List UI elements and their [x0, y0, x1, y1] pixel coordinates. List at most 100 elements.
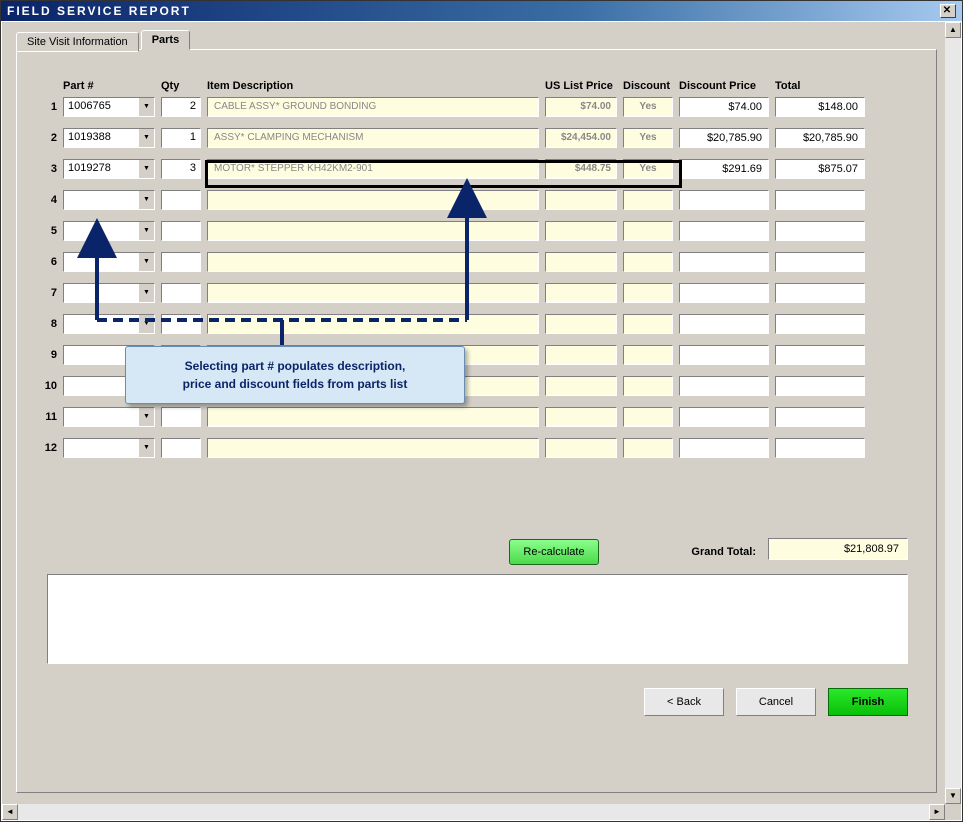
part-number-value	[64, 253, 138, 271]
qty-input[interactable]	[161, 438, 201, 458]
list-price-cell	[545, 345, 617, 365]
part-number-dropdown[interactable]: 1006765▼	[63, 97, 155, 117]
total-cell	[775, 376, 865, 396]
table-row: 8▼	[37, 313, 916, 335]
tab-site-visit[interactable]: Site Visit Information	[16, 32, 139, 52]
row-number: 10	[37, 380, 63, 392]
part-number-value	[64, 284, 138, 302]
description-cell	[207, 314, 539, 334]
chevron-down-icon[interactable]: ▼	[138, 191, 154, 209]
discount-price-cell	[679, 190, 769, 210]
description-cell	[207, 190, 539, 210]
discount-price-cell	[679, 438, 769, 458]
discount-price-cell	[679, 283, 769, 303]
finish-button[interactable]: Finish	[828, 688, 908, 716]
part-number-dropdown[interactable]: ▼	[63, 407, 155, 427]
qty-input[interactable]: 1	[161, 128, 201, 148]
discount-cell: Yes	[623, 159, 673, 179]
scroll-left-button[interactable]: ◄	[2, 804, 18, 820]
qty-input[interactable]	[161, 283, 201, 303]
close-icon[interactable]: ✕	[940, 4, 956, 18]
total-cell	[775, 438, 865, 458]
qty-input[interactable]	[161, 252, 201, 272]
table-row: 21019388▼1ASSY* CLAMPING MECHANISM$24,45…	[37, 127, 916, 149]
part-number-dropdown[interactable]: 1019278▼	[63, 159, 155, 179]
header-qty: Qty	[161, 80, 207, 92]
chevron-down-icon[interactable]: ▼	[138, 129, 154, 147]
table-row: 5▼	[37, 220, 916, 242]
part-number-dropdown[interactable]: ▼	[63, 252, 155, 272]
part-number-dropdown[interactable]: ▼	[63, 283, 155, 303]
qty-input[interactable]: 2	[161, 97, 201, 117]
discount-price-cell	[679, 376, 769, 396]
discount-price-cell	[679, 314, 769, 334]
description-cell: MOTOR* STEPPER KH42KM2-901	[207, 159, 539, 179]
discount-price-cell: $74.00	[679, 97, 769, 117]
table-row: 7▼	[37, 282, 916, 304]
parts-grid: Part # Qty Item Description US List Pric…	[37, 80, 916, 459]
table-row: 12▼	[37, 437, 916, 459]
discount-cell: Yes	[623, 128, 673, 148]
list-price-cell	[545, 438, 617, 458]
discount-cell	[623, 376, 673, 396]
header-discount: Discount	[623, 80, 679, 92]
total-cell	[775, 283, 865, 303]
scroll-corner	[945, 804, 961, 820]
vertical-scrollbar[interactable]	[945, 38, 961, 788]
scroll-down-button[interactable]: ▼	[945, 788, 961, 804]
part-number-dropdown[interactable]: ▼	[63, 438, 155, 458]
total-cell: $875.07	[775, 159, 865, 179]
description-cell	[207, 438, 539, 458]
list-price-cell	[545, 407, 617, 427]
discount-price-cell	[679, 407, 769, 427]
chevron-down-icon[interactable]: ▼	[138, 284, 154, 302]
parts-panel: Part # Qty Item Description US List Pric…	[16, 49, 937, 793]
discount-price-cell: $20,785.90	[679, 128, 769, 148]
qty-input[interactable]	[161, 221, 201, 241]
part-number-dropdown[interactable]: ▼	[63, 190, 155, 210]
row-number: 6	[37, 256, 63, 268]
header-discount-price: Discount Price	[679, 80, 775, 92]
part-number-value	[64, 408, 138, 426]
tab-parts[interactable]: Parts	[141, 30, 191, 50]
client-area: Site Visit Information Parts Part # Qty …	[2, 22, 945, 804]
chevron-down-icon[interactable]: ▼	[138, 253, 154, 271]
list-price-cell	[545, 283, 617, 303]
table-row: 4▼	[37, 189, 916, 211]
scroll-up-button[interactable]: ▲	[945, 22, 961, 38]
part-number-value: 1019388	[64, 129, 138, 147]
part-number-dropdown[interactable]: 1019388▼	[63, 128, 155, 148]
discount-cell	[623, 252, 673, 272]
part-number-value: 1019278	[64, 160, 138, 178]
chevron-down-icon[interactable]: ▼	[138, 439, 154, 457]
table-row: 31019278▼3MOTOR* STEPPER KH42KM2-901$448…	[37, 158, 916, 180]
cancel-button[interactable]: Cancel	[736, 688, 816, 716]
part-number-dropdown[interactable]: ▼	[63, 221, 155, 241]
horizontal-scrollbar[interactable]	[18, 804, 929, 820]
chevron-down-icon[interactable]: ▼	[138, 160, 154, 178]
diagnostic-textarea[interactable]	[47, 574, 908, 664]
list-price-cell	[545, 190, 617, 210]
row-number: 2	[37, 132, 63, 144]
scroll-right-button[interactable]: ►	[929, 804, 945, 820]
discount-cell	[623, 345, 673, 365]
chevron-down-icon[interactable]: ▼	[138, 98, 154, 116]
recalculate-button[interactable]: Re-calculate	[509, 539, 599, 565]
total-cell	[775, 407, 865, 427]
qty-input[interactable]	[161, 314, 201, 334]
qty-input[interactable]	[161, 190, 201, 210]
discount-cell	[623, 221, 673, 241]
description-cell	[207, 283, 539, 303]
part-number-value	[64, 439, 138, 457]
part-number-dropdown[interactable]: ▼	[63, 314, 155, 334]
part-number-value	[64, 315, 138, 333]
chevron-down-icon[interactable]: ▼	[138, 315, 154, 333]
chevron-down-icon[interactable]: ▼	[138, 222, 154, 240]
total-cell	[775, 221, 865, 241]
discount-price-cell	[679, 221, 769, 241]
qty-input[interactable]: 3	[161, 159, 201, 179]
discount-price-cell	[679, 345, 769, 365]
chevron-down-icon[interactable]: ▼	[138, 408, 154, 426]
qty-input[interactable]	[161, 407, 201, 427]
back-button[interactable]: < Back	[644, 688, 724, 716]
